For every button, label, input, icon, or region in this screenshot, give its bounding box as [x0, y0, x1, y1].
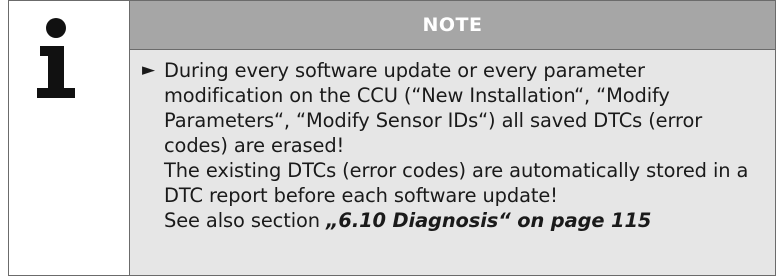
note-header: NOTE: [129, 0, 776, 50]
see-also-line: See also section „6.10 Diagnosis“ on pag…: [164, 208, 765, 233]
see-also-prefix: See also section: [164, 209, 327, 232]
note-box: NOTE ► During every software update or e…: [8, 0, 776, 276]
note-title: NOTE: [422, 14, 483, 36]
bullet-item: ► During every software update or every …: [142, 58, 765, 233]
bullet-text: During every software update or every pa…: [164, 58, 765, 233]
icon-cell: [8, 0, 130, 276]
paragraph-dtc-report: The existing DTCs (error codes) are auto…: [164, 159, 749, 207]
bullet-arrow-icon: ►: [142, 60, 156, 80]
note-body: ► During every software update or every …: [129, 49, 776, 276]
section-reference-link[interactable]: „6.10 Diagnosis“ on page 115: [326, 209, 651, 232]
info-i-icon-graphic: [37, 18, 75, 98]
paragraph-erase-warning: During every software update or every pa…: [164, 59, 703, 157]
info-i-icon: [9, 1, 129, 121]
